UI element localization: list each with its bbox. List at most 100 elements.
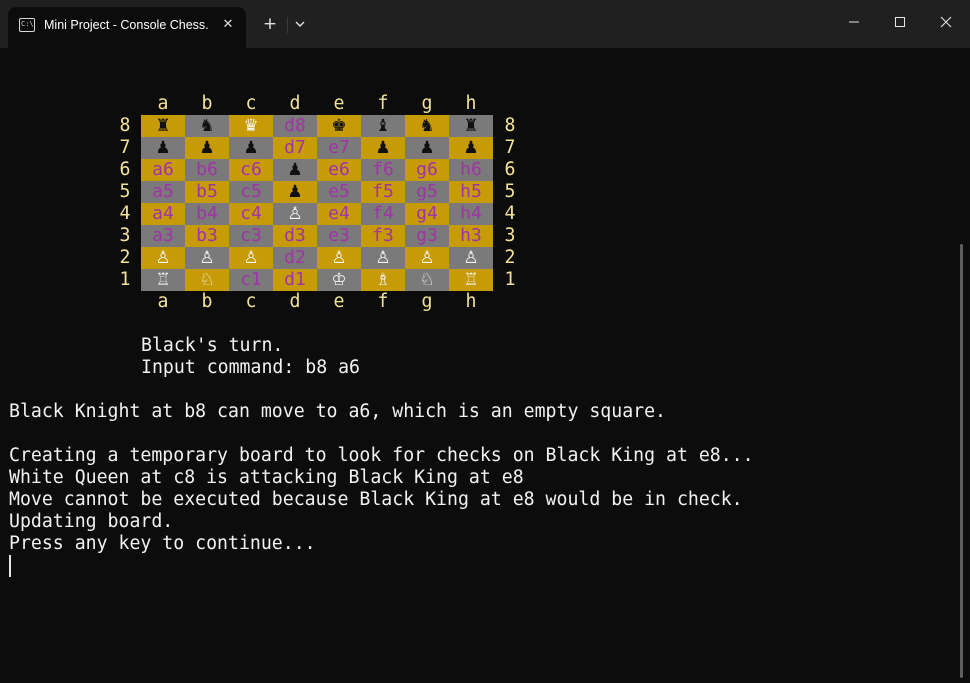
square-label: f6 — [372, 159, 394, 180]
file-label: f — [377, 291, 389, 312]
square-d4: ♙ — [273, 203, 317, 225]
file-label: d — [289, 93, 301, 114]
black-piece: ♟ — [419, 138, 435, 158]
square-label: f3 — [372, 225, 394, 246]
black-piece: ♞ — [199, 116, 215, 136]
black-piece: ♟ — [155, 138, 171, 158]
output-line: Black Knight at b8 can move to a6, which… — [9, 401, 666, 422]
square-a5: a5 — [141, 181, 185, 203]
square-d3: d3 — [273, 225, 317, 247]
output-line: Move cannot be executed because Black Ki… — [9, 489, 743, 510]
square-b6: b6 — [185, 159, 229, 181]
square-label: h4 — [460, 203, 482, 224]
square-e7: e7 — [317, 137, 361, 159]
white-piece: ♖ — [155, 270, 171, 290]
turn-indicator: Black's turn. — [141, 335, 284, 356]
board-rank-3: a3 b3 c3 d3 e3 f3 g3 h3 — [141, 225, 493, 247]
tab-close-icon[interactable]: ✕ — [218, 15, 238, 35]
square-c8: ♛ — [229, 115, 273, 137]
file-label: h — [465, 291, 477, 312]
square-a8: ♜ — [141, 115, 185, 137]
board-rank-2: ♙ ♙ ♙ d2 ♙ ♙ ♙ ♙ — [141, 247, 493, 269]
file-label: c — [245, 93, 257, 114]
black-piece: ♟ — [243, 138, 259, 158]
close-button[interactable] — [926, 8, 966, 36]
black-piece: ♟ — [199, 138, 215, 158]
chevron-down-icon[interactable] — [291, 15, 309, 33]
black-piece: ♟ — [287, 182, 303, 202]
tab-title: Mini Project - Console Chess.exe — [44, 18, 208, 32]
square-f3: f3 — [361, 225, 405, 247]
square-label: g6 — [416, 159, 438, 180]
file-label: a — [157, 93, 169, 114]
square-label: e4 — [328, 203, 350, 224]
square-label: a6 — [152, 159, 174, 180]
terminal-output[interactable]: abcdefgh 87654321 ♜ ♞ ♛ d8 ♚ ♝ ♞ ♜ ♟ ♟ ♟ d7 e7 ♟ ♟ ♟ a6 b… — [0, 48, 970, 683]
new-tab-icon[interactable]: + — [258, 14, 282, 36]
board-rank-4: a4 b4 c4 ♙ e4 f4 g4 h4 — [141, 203, 493, 225]
white-piece: ♙ — [375, 248, 391, 268]
square-b8: ♞ — [185, 115, 229, 137]
text-cursor — [9, 555, 11, 577]
square-label: c3 — [240, 225, 262, 246]
board-rank-8: ♜ ♞ ♛ d8 ♚ ♝ ♞ ♜ — [141, 115, 493, 137]
output-line: White Queen at c8 is attacking Black Kin… — [9, 467, 524, 488]
maximize-button[interactable] — [880, 8, 920, 36]
minimize-button[interactable] — [834, 8, 874, 36]
rank-label: 6 — [504, 159, 516, 180]
rank-labels-right: 87654321 — [500, 115, 520, 291]
chess-board: ♜ ♞ ♛ d8 ♚ ♝ ♞ ♜ ♟ ♟ ♟ d7 e7 ♟ ♟ ♟ a6 b6 c6 ♟ e6 f6 g6 h6 a5 b5 c5… — [141, 115, 493, 291]
square-h1: ♖ — [449, 269, 493, 291]
square-d7: d7 — [273, 137, 317, 159]
square-a7: ♟ — [141, 137, 185, 159]
white-piece: ♙ — [199, 248, 215, 268]
square-e1: ♔ — [317, 269, 361, 291]
square-f1: ♗ — [361, 269, 405, 291]
square-h8: ♜ — [449, 115, 493, 137]
square-b4: b4 — [185, 203, 229, 225]
file-label: e — [333, 291, 345, 312]
board-rank-7: ♟ ♟ ♟ d7 e7 ♟ ♟ ♟ — [141, 137, 493, 159]
square-label: c5 — [240, 181, 262, 202]
square-h2: ♙ — [449, 247, 493, 269]
square-label: b3 — [196, 225, 218, 246]
black-piece: ♜ — [155, 116, 171, 136]
square-h5: h5 — [449, 181, 493, 203]
square-label: d8 — [284, 115, 306, 136]
square-label: h5 — [460, 181, 482, 202]
square-f8: ♝ — [361, 115, 405, 137]
file-labels-top: a b c d e f g h — [141, 93, 493, 115]
square-d5: ♟ — [273, 181, 317, 203]
file-label: b — [201, 291, 213, 312]
square-label: g3 — [416, 225, 438, 246]
square-e8: ♚ — [317, 115, 361, 137]
vertical-scrollbar[interactable] — [960, 244, 963, 678]
black-piece: ♚ — [331, 116, 347, 136]
rank-label: 3 — [504, 225, 516, 246]
output-line: Updating board. — [9, 511, 174, 532]
square-h3: h3 — [449, 225, 493, 247]
square-label: a5 — [152, 181, 174, 202]
square-c5: c5 — [229, 181, 273, 203]
file-label: f — [377, 93, 389, 114]
square-e5: e5 — [317, 181, 361, 203]
white-piece: ♖ — [463, 270, 479, 290]
white-piece: ♙ — [243, 248, 259, 268]
square-a3: a3 — [141, 225, 185, 247]
maximize-icon — [895, 17, 905, 27]
square-d2: d2 — [273, 247, 317, 269]
square-label: h6 — [460, 159, 482, 180]
rank-label: 6 — [119, 159, 131, 180]
square-e3: e3 — [317, 225, 361, 247]
tab-console-chess[interactable]: C:\ Mini Project - Console Chess.exe ✕ — [8, 7, 246, 48]
white-piece: ♙ — [287, 204, 303, 224]
white-piece: ♗ — [375, 270, 391, 290]
square-c1: c1 — [229, 269, 273, 291]
black-piece: ♟ — [375, 138, 391, 158]
square-label: c6 — [240, 159, 262, 180]
square-e2: ♙ — [317, 247, 361, 269]
square-a1: ♖ — [141, 269, 185, 291]
square-e6: e6 — [317, 159, 361, 181]
file-label: h — [465, 93, 477, 114]
tab-divider — [287, 17, 288, 33]
